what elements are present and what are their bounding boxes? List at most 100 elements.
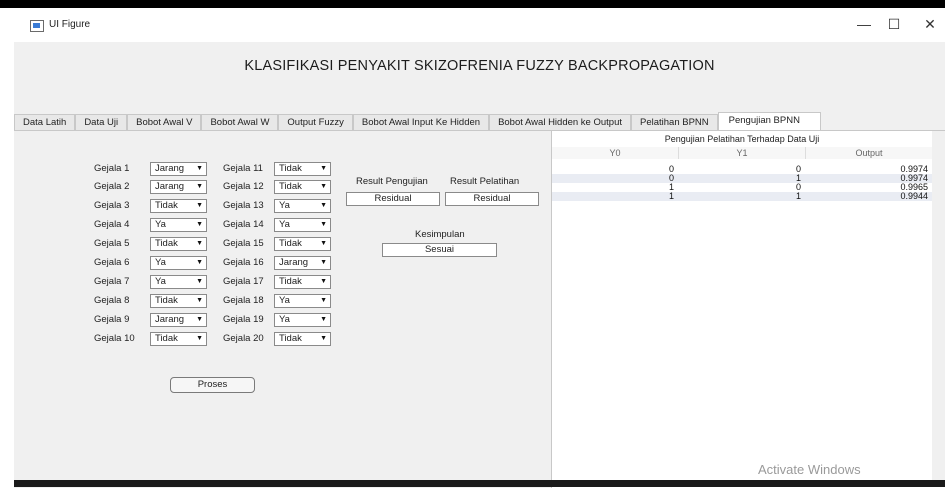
gejala-13-dropdown[interactable]: Ya ▼ bbox=[274, 199, 331, 213]
gejala-1-dropdown[interactable]: Jarang ▼ bbox=[150, 162, 207, 176]
gejala-label: Gejala 1 bbox=[94, 163, 130, 174]
gejala-5-dropdown[interactable]: Tidak ▼ bbox=[150, 237, 207, 251]
gejala-9-dropdown[interactable]: Jarang ▼ bbox=[150, 313, 207, 327]
close-icon[interactable]: ✕ bbox=[920, 16, 940, 33]
table-row[interactable]: 0 0 0.9974 bbox=[552, 165, 932, 174]
app-window: UI Figure — ☐ ✕ KLASIFIKASI PENYAKIT SKI… bbox=[14, 8, 945, 488]
table-cell-y0: 0 bbox=[668, 164, 674, 174]
gejala-label: Gejala 20 bbox=[223, 333, 264, 344]
table-cell-y0: 1 bbox=[668, 191, 674, 201]
gejala-19-dropdown[interactable]: Ya ▼ bbox=[274, 313, 331, 327]
gejala-label: Gejala 12 bbox=[223, 181, 264, 192]
dropdown-arrow-icon: ▼ bbox=[196, 183, 203, 190]
table-cell-y1: 0 bbox=[795, 164, 801, 174]
gejala-label: Gejala 4 bbox=[94, 219, 130, 230]
maximize-icon[interactable]: ☐ bbox=[884, 16, 904, 33]
gejala-label: Gejala 18 bbox=[223, 295, 264, 306]
minimize-icon[interactable]: — bbox=[854, 16, 874, 32]
result-pelatihan-field[interactable]: Residual bbox=[445, 192, 539, 206]
gejala-3-dropdown[interactable]: Tidak ▼ bbox=[150, 199, 207, 213]
gejala-label: Gejala 8 bbox=[94, 295, 130, 306]
gejala-17-dropdown[interactable]: Tidak ▼ bbox=[274, 275, 331, 289]
result-pengujian-field[interactable]: Residual bbox=[346, 192, 440, 206]
table-header-y0: Y0 bbox=[552, 147, 679, 159]
tab-data-latih[interactable]: Data Latih bbox=[14, 114, 76, 130]
results-table-panel: Pengujian Pelatihan Terhadap Data Uji Y0… bbox=[551, 131, 932, 488]
gejala-label: Gejala 6 bbox=[94, 257, 130, 268]
dropdown-arrow-icon: ▼ bbox=[320, 221, 327, 228]
tab-bobot-input-hidden[interactable]: Bobot Awal Input Ke Hidden bbox=[352, 114, 490, 130]
gejala-label: Gejala 7 bbox=[94, 276, 130, 287]
tab-pelatihan-bpnn[interactable]: Pelatihan BPNN bbox=[631, 114, 718, 130]
table-header-y1: Y1 bbox=[679, 147, 806, 159]
gejala-12-dropdown[interactable]: Tidak ▼ bbox=[274, 180, 331, 194]
gejala-2-dropdown[interactable]: Jarang ▼ bbox=[150, 180, 207, 194]
activate-windows-watermark: Activate Windows bbox=[758, 462, 861, 477]
gejala-11-dropdown[interactable]: Tidak ▼ bbox=[274, 162, 331, 176]
gejala-4-dropdown[interactable]: Ya ▼ bbox=[150, 218, 207, 232]
table-cell-output: 0.9944 bbox=[900, 191, 928, 201]
bottom-border bbox=[14, 480, 945, 487]
gejala-label: Gejala 2 bbox=[94, 181, 130, 192]
gejala-label: Gejala 15 bbox=[223, 238, 264, 249]
table-cell-y1: 0 bbox=[795, 182, 801, 192]
dropdown-arrow-icon: ▼ bbox=[320, 202, 327, 209]
table-cell-y1: 1 bbox=[795, 191, 801, 201]
gejala-label: Gejala 3 bbox=[94, 200, 130, 211]
gejala-7-dropdown[interactable]: Ya ▼ bbox=[150, 275, 207, 289]
page-title: KLASIFIKASI PENYAKIT SKIZOFRENIA FUZZY B… bbox=[244, 58, 715, 74]
kesimpulan-label: Kesimpulan bbox=[415, 229, 465, 240]
gejala-label: Gejala 13 bbox=[223, 200, 264, 211]
table-title: Pengujian Pelatihan Terhadap Data Uji bbox=[664, 134, 820, 144]
table-row[interactable]: 1 1 0.9944 bbox=[552, 192, 932, 201]
tab-bobot-hidden-output[interactable]: Bobot Awal Hidden ke Output bbox=[489, 114, 631, 130]
gejala-15-dropdown[interactable]: Tidak ▼ bbox=[274, 237, 331, 251]
app-icon bbox=[30, 20, 44, 32]
table-cell-y0: 1 bbox=[668, 182, 674, 192]
gejala-10-dropdown[interactable]: Tidak ▼ bbox=[150, 332, 207, 346]
tab-bobot-awal-v[interactable]: Bobot Awal V bbox=[127, 114, 202, 130]
dropdown-arrow-icon: ▼ bbox=[320, 259, 327, 266]
tab-output-fuzzy[interactable]: Output Fuzzy bbox=[278, 114, 353, 130]
tab-pengujian-bpnn[interactable]: Pengujian BPNN bbox=[717, 112, 821, 130]
kesimpulan-field[interactable]: Sesuai bbox=[382, 243, 497, 257]
dropdown-arrow-icon: ▼ bbox=[196, 278, 203, 285]
dropdown-arrow-icon: ▼ bbox=[196, 335, 203, 342]
gejala-label: Gejala 11 bbox=[223, 163, 263, 174]
gejala-label: Gejala 19 bbox=[223, 314, 264, 325]
dropdown-arrow-icon: ▼ bbox=[320, 335, 327, 342]
gejala-8-dropdown[interactable]: Tidak ▼ bbox=[150, 294, 207, 308]
dropdown-arrow-icon: ▼ bbox=[196, 316, 203, 323]
gejala-label: Gejala 9 bbox=[94, 314, 130, 325]
table-row[interactable]: 0 1 0.9974 bbox=[552, 174, 932, 183]
gejala-label: Gejala 14 bbox=[223, 219, 264, 230]
gejala-20-dropdown[interactable]: Tidak ▼ bbox=[274, 332, 331, 346]
dropdown-arrow-icon: ▼ bbox=[196, 240, 203, 247]
input-panel: Gejala 1 Jarang ▼ Gejala 2 Jarang ▼ Gejala… bbox=[14, 131, 551, 488]
tab-bobot-awal-w[interactable]: Bobot Awal W bbox=[201, 114, 279, 130]
dropdown-arrow-icon: ▼ bbox=[320, 297, 327, 304]
table-cell-y0: 0 bbox=[668, 173, 674, 183]
gejala-label: Gejala 17 bbox=[223, 276, 264, 287]
gejala-14-dropdown[interactable]: Ya ▼ bbox=[274, 218, 331, 232]
result-pelatihan-label: Result Pelatihan bbox=[450, 176, 520, 187]
table-header-output: Output bbox=[806, 147, 932, 159]
table-row[interactable]: 1 0 0.9965 bbox=[552, 183, 932, 192]
gejala-label: Gejala 10 bbox=[94, 333, 135, 344]
dropdown-arrow-icon: ▼ bbox=[320, 165, 327, 172]
proses-button[interactable]: Proses bbox=[170, 377, 255, 393]
dropdown-arrow-icon: ▼ bbox=[320, 183, 327, 190]
result-pengujian-label: Result Pengujian bbox=[356, 176, 428, 187]
gejala-6-dropdown[interactable]: Ya ▼ bbox=[150, 256, 207, 270]
gejala-16-dropdown[interactable]: Jarang ▼ bbox=[274, 256, 331, 270]
dropdown-arrow-icon: ▼ bbox=[320, 316, 327, 323]
desktop-edge bbox=[0, 8, 14, 487]
tab-data-uji[interactable]: Data Uji bbox=[75, 114, 128, 130]
gejala-label: Gejala 5 bbox=[94, 238, 130, 249]
tab-bar: Data Latih Data Uji Bobot Awal V Bobot A… bbox=[14, 112, 821, 131]
dropdown-arrow-icon: ▼ bbox=[196, 165, 203, 172]
window-title: UI Figure bbox=[49, 19, 91, 30]
dropdown-arrow-icon: ▼ bbox=[196, 202, 203, 209]
gejala-18-dropdown[interactable]: Ya ▼ bbox=[274, 294, 331, 308]
gejala-label: Gejala 16 bbox=[223, 257, 264, 268]
